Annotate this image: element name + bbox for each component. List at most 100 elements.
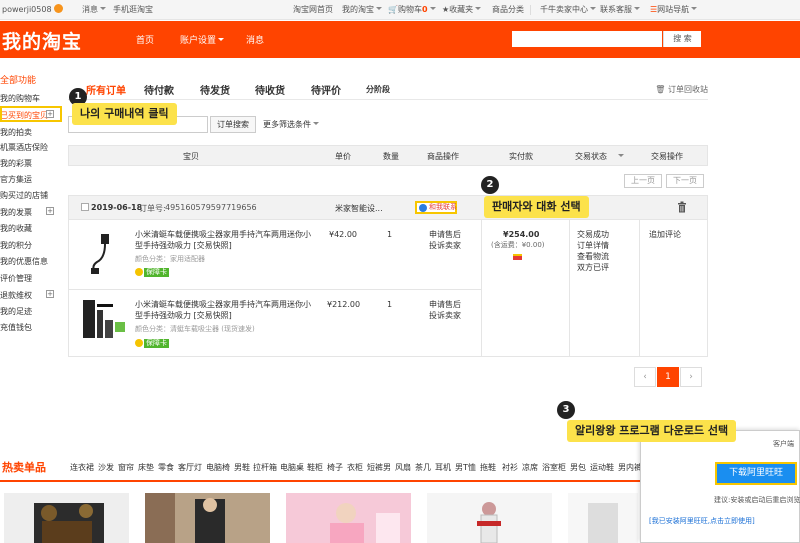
hot-tag[interactable]: 短裤男 bbox=[367, 462, 391, 473]
hot-product-image[interactable] bbox=[145, 493, 270, 543]
sidebar-item-coupons[interactable]: 我的优惠信息 bbox=[0, 256, 48, 267]
prev-page-button-top[interactable]: 上一页 bbox=[624, 174, 662, 188]
view-logistics-link[interactable]: 查看物流 bbox=[577, 251, 609, 262]
tab-staged[interactable]: 分阶段 bbox=[366, 84, 390, 95]
guarantee-badge[interactable]: 保障卡 bbox=[144, 339, 169, 348]
hot-tag[interactable]: 耳机 bbox=[435, 462, 451, 473]
favorites-link[interactable]: ★收藏夹 bbox=[442, 4, 482, 16]
hot-tag[interactable]: 凉席 bbox=[522, 462, 538, 473]
sidebar-item-footprints[interactable]: 我的足迹 bbox=[0, 306, 32, 317]
messages-link[interactable]: 消息 bbox=[82, 4, 106, 16]
hot-tag[interactable]: 男内裤 bbox=[618, 462, 642, 473]
product-title[interactable]: 小米清蜓车载便携吸尘器家用手持汽车两用迷你小型手持强劲吸力 [交易快照] bbox=[135, 299, 313, 321]
sidebar-item-favorites[interactable]: 我的收藏 bbox=[0, 223, 32, 234]
hot-tag[interactable]: 窗帘 bbox=[118, 462, 134, 473]
sidebar-item-consolidation[interactable]: 官方集运 bbox=[0, 174, 32, 185]
categories-link[interactable]: 商品分类 bbox=[492, 4, 524, 16]
hot-tag[interactable]: 男包 bbox=[570, 462, 586, 473]
expand-plus-icon[interactable]: + bbox=[46, 207, 54, 215]
mobile-taobao-link[interactable]: 手机逛淘宝 bbox=[113, 4, 153, 16]
download-aliwangwang-button[interactable]: 下载阿里旺旺 bbox=[715, 462, 797, 485]
hot-product-image[interactable] bbox=[427, 493, 552, 543]
hot-tag[interactable]: 男鞋 bbox=[234, 462, 250, 473]
hot-product-image[interactable] bbox=[568, 493, 638, 543]
hot-tag[interactable]: 床垫 bbox=[138, 462, 154, 473]
product-title[interactable]: 小米清蜓车载便携吸尘器家用手持汽车两用迷你小型手持强劲吸力 [交易快照] bbox=[135, 229, 313, 251]
sidebar-item-reviews[interactable]: 评价管理 bbox=[0, 273, 32, 284]
next-page-button-top[interactable]: 下一页 bbox=[666, 174, 704, 188]
recycle-bin-link[interactable]: 🗑 订单回收站 bbox=[655, 84, 708, 95]
sidebar-item-cart[interactable]: 我的购物车 bbox=[0, 93, 40, 104]
already-installed-link[interactable]: [我已安装阿里旺旺,点击立即使用] bbox=[649, 516, 755, 526]
hot-tag[interactable]: 衣柜 bbox=[347, 462, 363, 473]
sidebar-item-wallet[interactable]: 充值钱包 bbox=[0, 322, 32, 333]
my-taobao-logo[interactable]: 我的淘宝 bbox=[2, 27, 82, 54]
product-thumbnail[interactable] bbox=[81, 296, 129, 344]
cart-link[interactable]: 🛒购物车0 bbox=[388, 4, 436, 16]
order-checkbox[interactable] bbox=[81, 203, 89, 211]
sidebar-item-auction[interactable]: 我的拍卖 bbox=[0, 127, 32, 138]
apply-after-sale-link[interactable]: 申请售后 bbox=[429, 299, 461, 310]
site-nav-link[interactable]: ☰网站导航 bbox=[650, 4, 698, 16]
hot-tag[interactable]: 鞋柜 bbox=[307, 462, 323, 473]
quantity: 1 bbox=[387, 230, 393, 239]
hot-tag[interactable]: 风扇 bbox=[395, 462, 411, 473]
hot-product-image[interactable] bbox=[286, 493, 411, 543]
tab-pending-payment[interactable]: 待付款 bbox=[144, 82, 174, 97]
append-review-link[interactable]: 追加评论 bbox=[649, 229, 681, 240]
product-thumbnail[interactable] bbox=[81, 228, 129, 276]
hot-tag[interactable]: 椅子 bbox=[327, 462, 343, 473]
hot-tag[interactable]: 衬衫 bbox=[502, 462, 518, 473]
hot-tag[interactable]: 浴室柜 bbox=[542, 462, 566, 473]
hot-tag[interactable]: 拖鞋 bbox=[480, 462, 496, 473]
prev-page-button[interactable]: ‹ bbox=[634, 367, 656, 387]
sidebar-item-shops[interactable]: 购买过的店铺 bbox=[0, 190, 48, 201]
guarantee-badge[interactable]: 保障卡 bbox=[144, 268, 169, 277]
expand-plus-icon[interactable]: + bbox=[46, 290, 54, 298]
username-link[interactable]: powerji0508 bbox=[2, 4, 63, 16]
shop-name[interactable]: 米家智能设... bbox=[335, 203, 383, 214]
hot-tag[interactable]: 沙发 bbox=[98, 462, 114, 473]
page-number[interactable]: 1 bbox=[657, 367, 679, 387]
hot-tag[interactable]: 电脑椅 bbox=[206, 462, 230, 473]
contact-seller-button[interactable]: 和我联系 bbox=[415, 201, 457, 214]
tab-all-orders[interactable]: 所有订单 bbox=[86, 82, 126, 97]
hot-tag[interactable]: 拉杆箱 bbox=[253, 462, 277, 473]
hot-product-image[interactable] bbox=[4, 493, 129, 543]
seller-center-link[interactable]: 千牛卖家中心 bbox=[540, 4, 596, 16]
hot-tag[interactable]: 连衣裙 bbox=[70, 462, 94, 473]
tab-pending-receipt[interactable]: 待收货 bbox=[255, 82, 285, 97]
hot-tag[interactable]: 男T恤 bbox=[455, 462, 476, 473]
service-link[interactable]: 联系客服 bbox=[600, 4, 640, 16]
more-filters-link[interactable]: 更多筛选条件 bbox=[263, 119, 319, 130]
complain-seller-link[interactable]: 投诉卖家 bbox=[429, 310, 461, 321]
tab-pending-review[interactable]: 待评价 bbox=[311, 82, 341, 97]
sidebar-item-points[interactable]: 我的积分 bbox=[0, 240, 32, 251]
delete-order-icon[interactable] bbox=[677, 201, 687, 213]
aliwangwang-download-popup: 客户端 建议:安装或启动后重启浏览器 [我已安装阿里旺旺,点击立即使用] bbox=[640, 430, 800, 543]
sidebar-item-refunds[interactable]: 退款维权 bbox=[0, 290, 32, 301]
sidebar-item-invoice[interactable]: 我的发票 bbox=[0, 207, 32, 218]
hot-tag[interactable]: 零食 bbox=[158, 462, 174, 473]
next-page-button[interactable]: › bbox=[680, 367, 702, 387]
nav-messages[interactable]: 消息 bbox=[246, 33, 264, 46]
my-taobao-link[interactable]: 我的淘宝 bbox=[342, 4, 382, 16]
sidebar-item-travel[interactable]: 机票酒店保险 bbox=[0, 142, 48, 153]
hot-tag[interactable]: 客厅灯 bbox=[178, 462, 202, 473]
header-search-button[interactable]: 搜 索 bbox=[663, 31, 701, 47]
order-search-button[interactable]: 订单搜索 bbox=[210, 116, 256, 133]
nav-home[interactable]: 首页 bbox=[136, 33, 154, 46]
col-status[interactable]: 交易状态 bbox=[575, 151, 624, 162]
tab-pending-shipment[interactable]: 待发货 bbox=[200, 82, 230, 97]
sidebar-title[interactable]: 全部功能 bbox=[0, 73, 36, 86]
hot-tag[interactable]: 电脑桌 bbox=[280, 462, 304, 473]
sidebar-item-lottery[interactable]: 我的彩票 bbox=[0, 158, 32, 169]
taobao-home-link[interactable]: 淘宝网首页 bbox=[293, 4, 333, 16]
hot-tag[interactable]: 运动鞋 bbox=[590, 462, 614, 473]
hot-tag[interactable]: 茶几 bbox=[415, 462, 431, 473]
nav-account-settings[interactable]: 账户设置 bbox=[180, 33, 225, 46]
header-search-input[interactable] bbox=[512, 31, 662, 47]
apply-after-sale-link[interactable]: 申请售后 bbox=[429, 229, 461, 240]
complain-seller-link[interactable]: 投诉卖家 bbox=[429, 240, 461, 251]
order-detail-link[interactable]: 订单详情 bbox=[577, 240, 609, 251]
